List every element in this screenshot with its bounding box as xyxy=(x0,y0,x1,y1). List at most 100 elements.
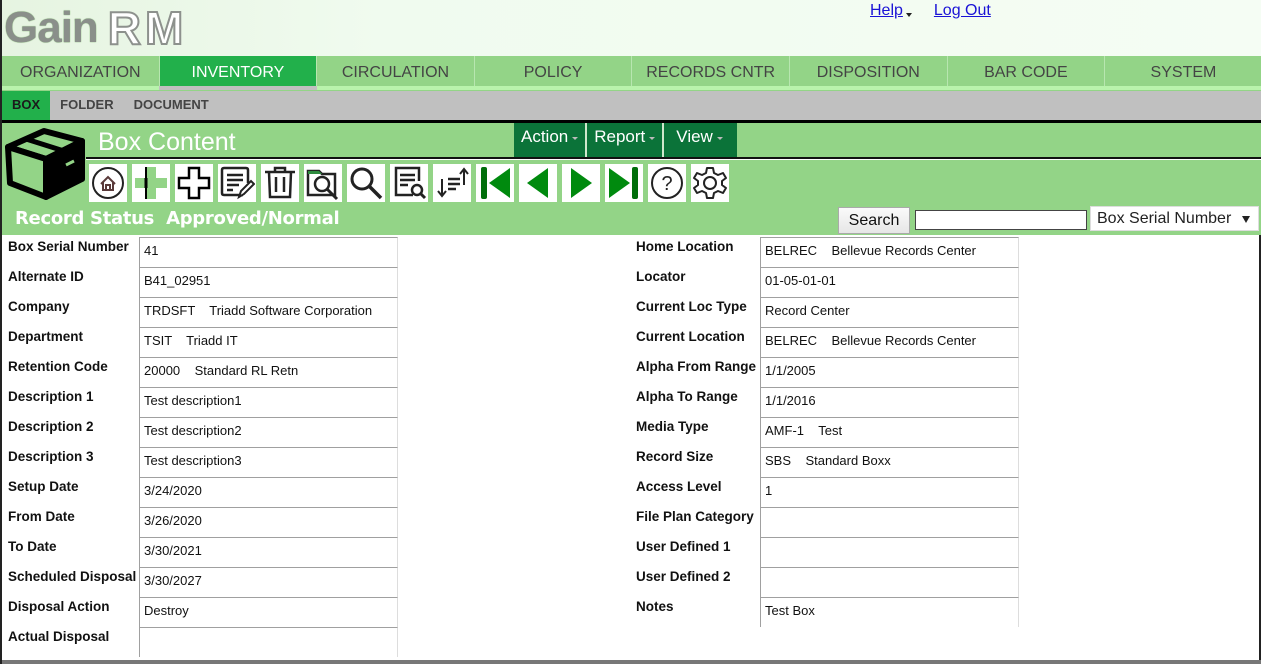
home-location-field[interactable]: BELREC Bellevue Records Center xyxy=(760,237,1019,267)
home-icon xyxy=(92,167,124,199)
query-button[interactable] xyxy=(390,164,428,202)
caret-down-icon xyxy=(905,13,912,17)
scheduled-disposal-field[interactable]: 3/30/2027 xyxy=(139,567,398,597)
user-defined-1-field[interactable] xyxy=(760,537,1019,567)
settings-button[interactable] xyxy=(691,164,729,202)
current-location-field[interactable]: BELREC Bellevue Records Center xyxy=(760,327,1019,357)
search-submit-button[interactable]: Search xyxy=(838,207,910,234)
previous-record-icon xyxy=(527,168,548,198)
setup-date-label: Setup Date xyxy=(8,479,79,494)
first-record-button[interactable] xyxy=(476,164,514,202)
subnav-box[interactable]: BOX xyxy=(2,91,51,120)
sort-button[interactable] xyxy=(433,164,471,202)
nav-disposition[interactable]: DISPOSITION xyxy=(790,56,948,86)
from-date-field[interactable]: 3/26/2020 xyxy=(139,507,398,537)
nav-organization[interactable]: ORGANIZATION xyxy=(2,56,160,86)
title-underline-highlight xyxy=(86,159,1261,160)
box-serial-number-field[interactable]: 41 xyxy=(139,237,398,267)
logout-link[interactable]: Log Out xyxy=(934,2,991,20)
subnav-document[interactable]: DOCUMENT xyxy=(124,91,219,120)
view-menu[interactable]: View xyxy=(664,123,737,157)
report-menu-label: Report xyxy=(594,127,646,146)
record-size-field[interactable]: SBS Standard Boxx xyxy=(760,447,1019,477)
action-menu[interactable]: Action xyxy=(514,123,588,157)
description-1-label: Description 1 xyxy=(8,389,94,404)
disposal-action-label: Disposal Action xyxy=(8,599,110,614)
help-button[interactable]: ? xyxy=(648,164,686,202)
file-plan-category-label: File Plan Category xyxy=(636,509,754,524)
logo-text-rm: RM xyxy=(107,2,188,54)
toolbar: ? xyxy=(89,164,729,202)
nav-inventory[interactable]: INVENTORY xyxy=(159,56,318,86)
search-input[interactable] xyxy=(915,210,1087,230)
edit-icon xyxy=(220,166,255,200)
file-plan-category-field[interactable] xyxy=(760,507,1019,537)
browse-button[interactable] xyxy=(304,164,342,202)
actual-disposal-field[interactable] xyxy=(139,627,398,657)
user-defined-2-label: User Defined 2 xyxy=(636,569,731,584)
department-field[interactable]: TSIT Triadd IT xyxy=(139,327,398,357)
nav-bar-code[interactable]: BAR CODE xyxy=(948,56,1106,86)
media-type-field[interactable]: AMF-1 Test xyxy=(760,417,1019,447)
alpha-from-range-label: Alpha From Range xyxy=(636,359,757,374)
record-status-label: Record Status xyxy=(15,208,155,229)
nav-system[interactable]: SYSTEM xyxy=(1105,56,1261,86)
description-2-field[interactable]: Test description2 xyxy=(139,417,398,447)
help-link[interactable]: Help xyxy=(870,2,903,19)
current-loc-type-label: Current Loc Type xyxy=(636,299,747,314)
locator-field[interactable]: 01-05-01-01 xyxy=(760,267,1019,297)
gainrm-logo: Gain RM xyxy=(4,2,188,54)
disposal-action-field[interactable]: Destroy xyxy=(139,597,398,627)
header: Gain RM Help Log Out xyxy=(2,0,1261,56)
next-record-button[interactable] xyxy=(562,164,600,202)
action-menu-label: Action xyxy=(521,127,569,146)
user-defined-2-field[interactable] xyxy=(760,567,1019,597)
search-button[interactable] xyxy=(347,164,385,202)
alternate-id-label: Alternate ID xyxy=(8,269,84,284)
alpha-to-range-field[interactable]: 1/1/2016 xyxy=(760,387,1019,417)
next-record-icon xyxy=(571,168,592,198)
delete-button[interactable] xyxy=(261,164,299,202)
home-button[interactable] xyxy=(89,164,127,202)
record-size-label: Record Size xyxy=(636,449,714,464)
add-new-icon xyxy=(177,166,211,200)
page-title: Box Content xyxy=(98,128,236,156)
setup-date-field[interactable]: 3/24/2020 xyxy=(139,477,398,507)
media-type-label: Media Type xyxy=(636,419,709,434)
view-menu-label: View xyxy=(676,127,713,146)
last-record-button[interactable] xyxy=(605,164,643,202)
nav-policy[interactable]: POLICY xyxy=(475,56,633,86)
search-field-select[interactable]: Box Serial Number xyxy=(1090,206,1259,231)
description-1-field[interactable]: Test description1 xyxy=(139,387,398,417)
nav-records-cntr[interactable]: RECORDS CNTR xyxy=(632,56,790,86)
description-3-field[interactable]: Test description3 xyxy=(139,447,398,477)
home-location-label: Home Location xyxy=(636,239,734,254)
retention-code-field[interactable]: 20000 Standard RL Retn xyxy=(139,357,398,387)
access-level-label: Access Level xyxy=(636,479,722,494)
edit-button[interactable] xyxy=(218,164,256,202)
current-loc-type-field[interactable]: Record Center xyxy=(760,297,1019,327)
sort-icon xyxy=(437,167,469,198)
help-menu[interactable]: Help xyxy=(870,2,912,20)
access-level-field[interactable]: 1 xyxy=(760,477,1019,507)
previous-record-button[interactable] xyxy=(519,164,557,202)
department-label: Department xyxy=(8,329,84,344)
alpha-to-range-label: Alpha To Range xyxy=(636,389,738,404)
alternate-id-field[interactable]: B41_02951 xyxy=(139,267,398,297)
report-menu[interactable]: Report xyxy=(587,123,665,157)
top-links: Help Log Out xyxy=(870,2,991,20)
caret-down-icon xyxy=(649,137,656,140)
notes-field[interactable]: Test Box xyxy=(760,597,1019,627)
company-field[interactable]: TRDSFT Triadd Software Corporation xyxy=(139,297,398,327)
settings-icon xyxy=(693,167,727,199)
add-similar-button[interactable] xyxy=(132,164,170,202)
nav-circulation[interactable]: CIRCULATION xyxy=(317,56,475,86)
box-content-panel: Box Content Action Report View ? Record … xyxy=(2,123,1261,235)
add-new-button[interactable] xyxy=(175,164,213,202)
to-date-field[interactable]: 3/30/2021 xyxy=(139,537,398,567)
first-record-icon xyxy=(481,167,510,199)
notes-label: Notes xyxy=(636,599,674,614)
actual-disposal-label: Actual Disposal xyxy=(8,629,110,644)
alpha-from-range-field[interactable]: 1/1/2005 xyxy=(760,357,1019,387)
subnav-folder[interactable]: FOLDER xyxy=(50,91,123,120)
